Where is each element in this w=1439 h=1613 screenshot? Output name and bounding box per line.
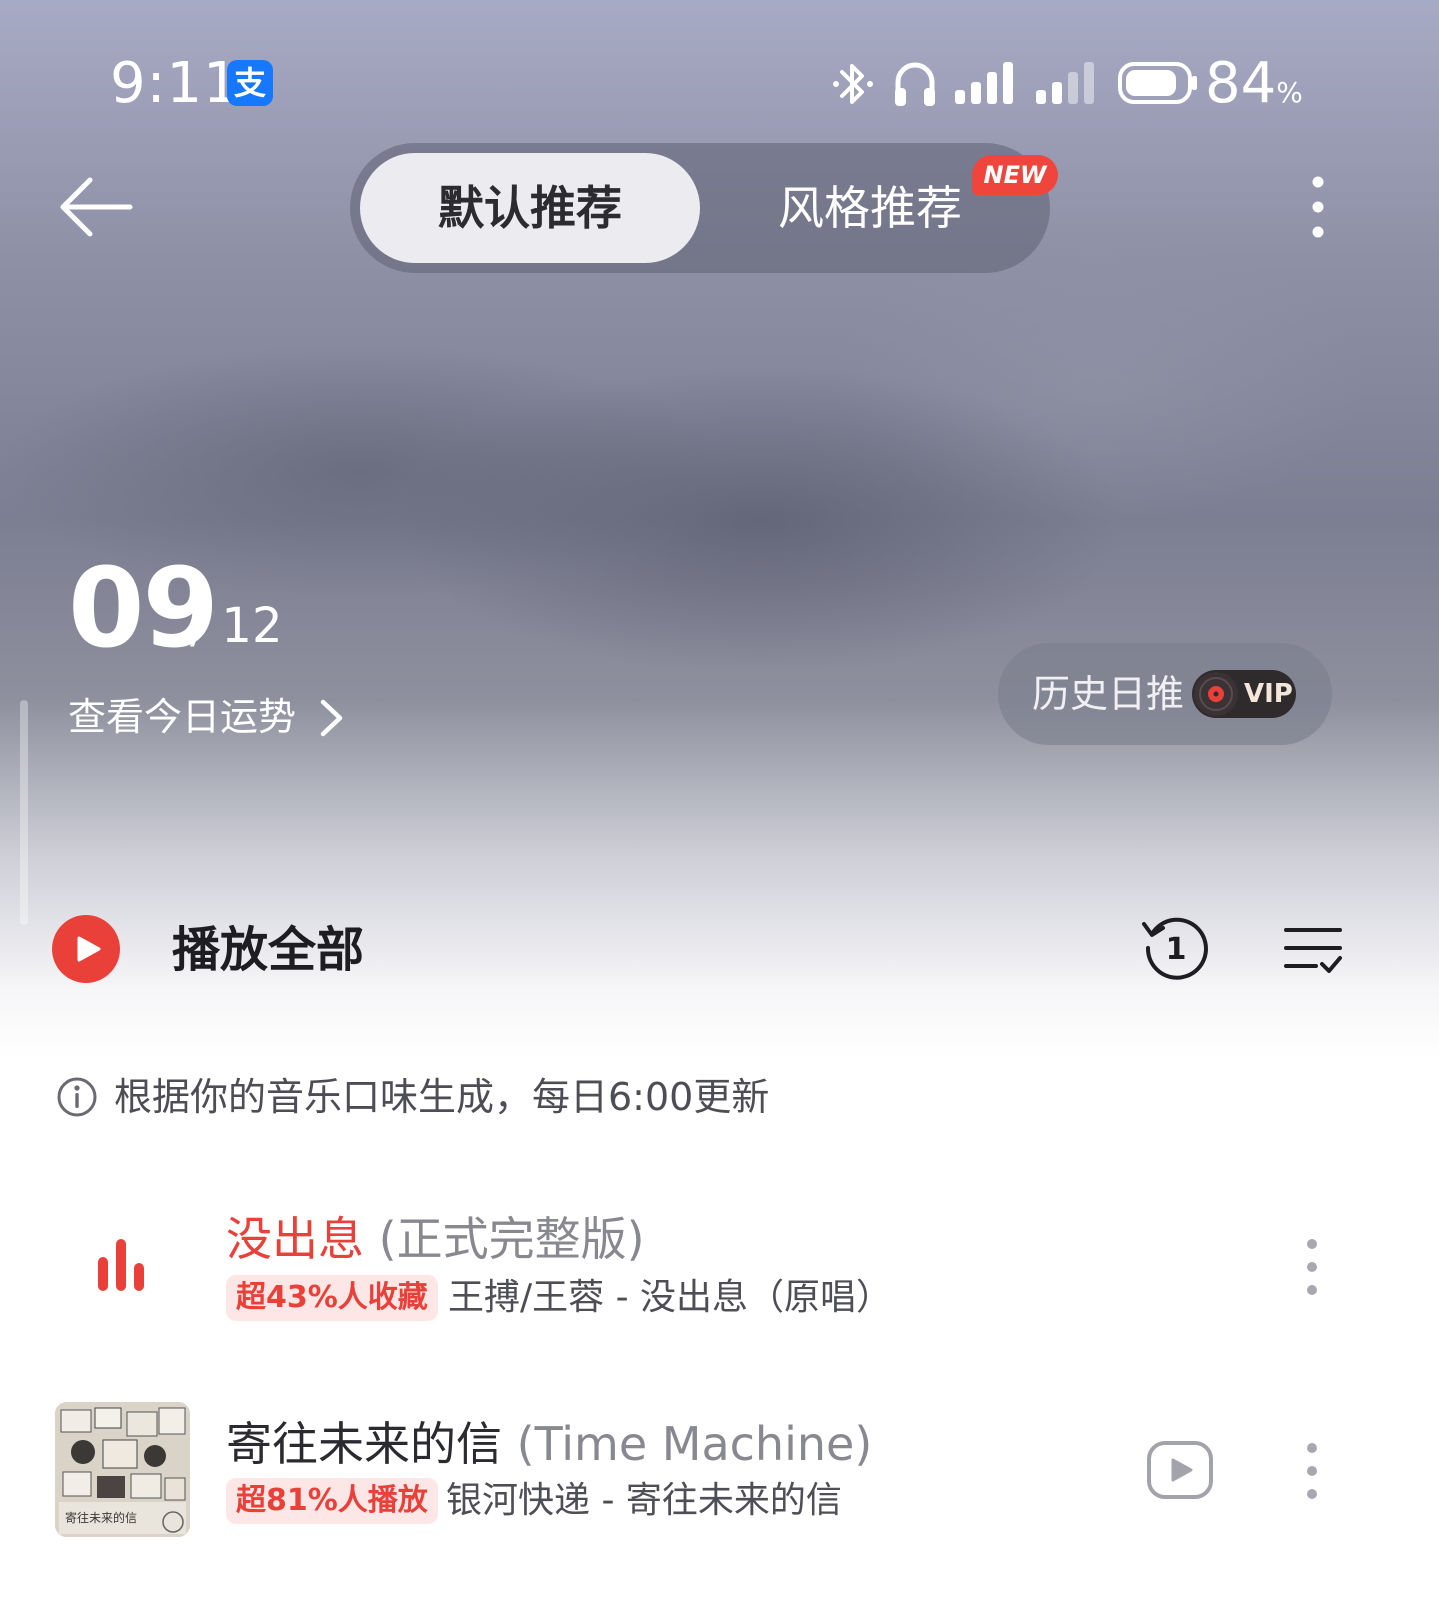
history-count: 1 xyxy=(1166,932,1187,967)
tab-default-recommend[interactable]: 默认推荐 xyxy=(360,153,700,263)
svg-text:寄往未来的信: 寄往未来的信 xyxy=(65,1510,137,1525)
album-cover-art: 寄往未来的信 xyxy=(55,1402,190,1537)
play-all-button[interactable]: 播放全部 xyxy=(172,920,364,980)
scrollbar[interactable] xyxy=(20,700,28,925)
music-video-icon[interactable] xyxy=(1146,1438,1214,1502)
bluetooth-icon xyxy=(833,64,873,104)
song-artist-album: 银河快递 - 寄往未来的信 xyxy=(446,1480,842,1521)
fortune-link[interactable]: 查看今日运势 xyxy=(68,690,296,744)
song-tag: 超43%人收藏 xyxy=(226,1275,438,1321)
vinyl-disc-icon xyxy=(1194,672,1238,716)
info-icon xyxy=(57,1077,97,1117)
new-badge: NEW xyxy=(972,155,1058,195)
song-more-icon[interactable] xyxy=(1300,1236,1324,1298)
song-title[interactable]: 没出息 (正式完整版) xyxy=(226,1210,645,1268)
song-more-icon[interactable] xyxy=(1300,1440,1324,1502)
battery-icon xyxy=(1118,62,1197,104)
more-options-icon[interactable] xyxy=(1300,172,1336,242)
history-daily-label: 历史日推 xyxy=(1032,672,1185,716)
album-cover[interactable]: 寄往未来的信 xyxy=(55,1402,190,1537)
play-all-icon[interactable] xyxy=(51,914,121,984)
status-time: 9:11 xyxy=(110,51,240,116)
now-playing-equalizer-icon xyxy=(98,1239,144,1291)
chevron-right-icon xyxy=(320,699,343,737)
history-replay-icon[interactable]: 1 xyxy=(1140,912,1212,984)
song-tag: 超81%人播放 xyxy=(226,1478,438,1524)
battery-percent: 84% xyxy=(1205,51,1303,116)
signal-icon xyxy=(955,62,1013,104)
signal-icon xyxy=(1036,62,1094,104)
date-month: / 12 xyxy=(190,598,283,654)
song-artist-album: 王搏/王蓉 - 没出息（原唱） xyxy=(448,1277,893,1318)
headphones-icon xyxy=(895,62,935,106)
vip-label: VIP xyxy=(1244,679,1293,709)
song-title[interactable]: 寄往未来的信 (Time Machine) xyxy=(226,1415,872,1473)
tab-style-recommend[interactable]: 风格推荐 xyxy=(740,153,1000,263)
info-text: 根据你的音乐口味生成，每日6:00更新 xyxy=(114,1075,770,1119)
alipay-icon: 支 xyxy=(227,60,273,106)
back-arrow-icon[interactable] xyxy=(58,172,134,242)
multi-select-list-icon[interactable] xyxy=(1282,918,1344,980)
